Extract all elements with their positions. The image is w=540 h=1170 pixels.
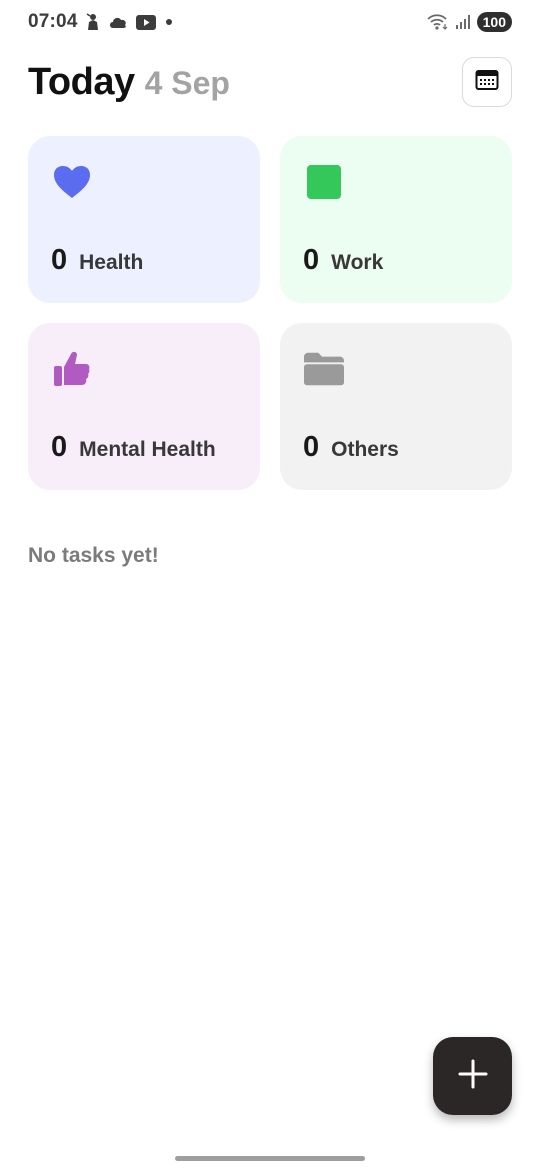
category-count: 0	[303, 244, 320, 276]
page-date: 4 Sep	[144, 64, 230, 101]
card-footer: 0 Mental Health	[51, 431, 216, 464]
category-label: Work	[331, 251, 384, 274]
category-card-others[interactable]: 0 Others	[280, 323, 512, 490]
category-count: 0	[51, 431, 68, 463]
title-wrap: Today 4 Sep	[28, 61, 230, 104]
dot-icon	[164, 17, 174, 27]
battery-indicator: 100	[476, 12, 512, 32]
thumbs-up-icon	[52, 349, 92, 389]
add-task-button[interactable]	[433, 1037, 512, 1115]
category-card-health[interactable]: 0 Health	[28, 136, 260, 303]
category-card-mental-health[interactable]: 0 Mental Health	[28, 323, 260, 490]
folder-icon	[304, 349, 344, 389]
calendar-icon	[475, 69, 499, 96]
youtube-icon	[135, 14, 156, 30]
plus-icon	[458, 1059, 488, 1094]
category-grid: 0 Health 0 Work 0 Mental Health 0 Others	[28, 136, 512, 490]
status-bar: 07:04 100	[0, 0, 540, 44]
empty-tasks-message: No tasks yet!	[28, 544, 159, 567]
signal-icon	[455, 14, 471, 30]
home-indicator[interactable]	[175, 1156, 365, 1161]
status-time: 07:04	[28, 11, 78, 32]
screen: 07:04 100 Today 4 Sep 0 Health 0 Work 0 …	[0, 0, 540, 1170]
status-left: 07:04	[28, 11, 174, 33]
calendar-button[interactable]	[462, 57, 512, 107]
page-header: Today 4 Sep	[28, 56, 512, 108]
page-title: Today	[28, 60, 135, 103]
person-notification-icon	[86, 13, 100, 31]
wifi-icon	[427, 14, 449, 30]
square-icon	[304, 162, 344, 202]
category-count: 0	[51, 244, 68, 276]
card-footer: 0 Work	[303, 244, 383, 277]
card-footer: 0 Others	[303, 431, 399, 464]
heart-icon	[52, 162, 92, 202]
category-count: 0	[303, 431, 320, 463]
category-label: Others	[331, 438, 399, 461]
category-label: Health	[79, 251, 144, 274]
status-right: 100	[427, 12, 512, 32]
category-label: Mental Health	[79, 438, 216, 461]
category-card-work[interactable]: 0 Work	[280, 136, 512, 303]
card-footer: 0 Health	[51, 244, 143, 277]
cloud-icon	[108, 15, 128, 29]
